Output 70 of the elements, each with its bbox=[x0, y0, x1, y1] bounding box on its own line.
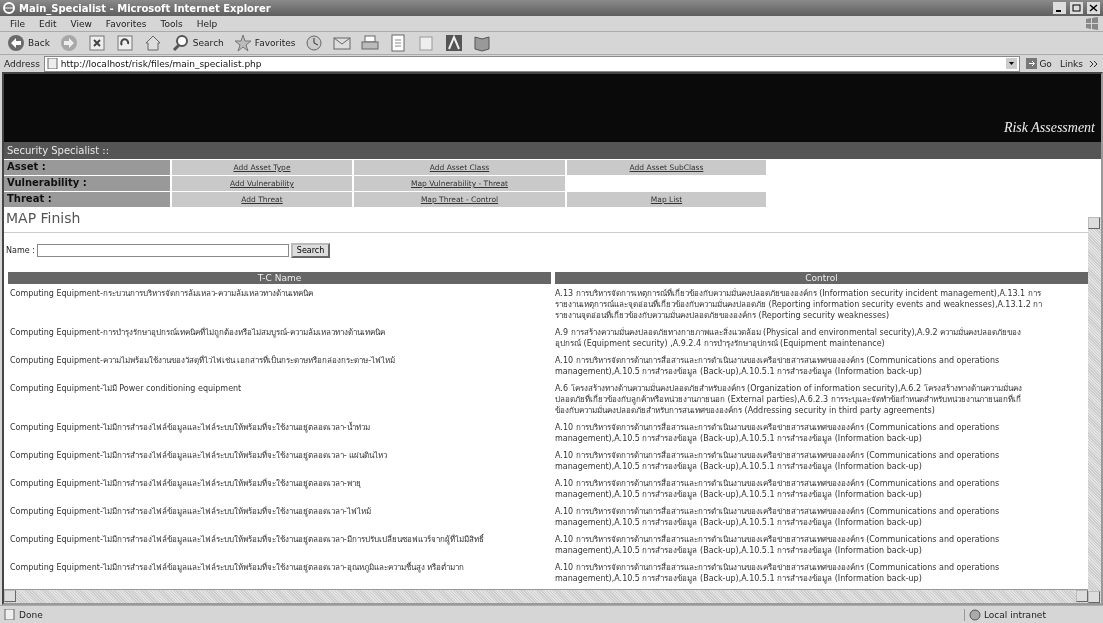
go-arrow-icon bbox=[1026, 58, 1038, 69]
table-cell-text: A.10 การบริหารจัดการด้านการสื่อสารและการดำเนินงานของเครือข่ายสารสนเทศขององค์กร (Communications and operations management),A.10.5 การสำรองข้อมูล (Back-up),A.10.5.1 การสำรองข้อมูล (Information back-up) bbox=[555, 477, 1001, 502]
links-button[interactable]: Links bbox=[1057, 58, 1085, 69]
table-cell-text: Computing Equipment-การบำรุงรักษาอุปกรณ์เทคนิคที่ไม่ถูกต้องหรือไม่สมบูรณ์-ความล้มเหลวทางด้านเทคนิค bbox=[9, 326, 386, 340]
clock-icon bbox=[305, 34, 324, 52]
table-cell-text: A.9 การสร้างความมั่นคงปลอดภัยทางกายภาพและสิ่งแวดล้อม (Physical and environmental security),A.9.2 ความมั่นคงปลอดภัยของ อุปกรณ์ (Equipment security) ,A.9.2.4 การบำรุงรักษาอุปกรณ์ (Equipment maintenance) bbox=[555, 326, 1023, 350]
column-header: T-C Name bbox=[8, 272, 551, 284]
maximize-icon[interactable] bbox=[1070, 2, 1083, 14]
refresh-icon bbox=[115, 34, 134, 52]
category-label: Vulnerability : bbox=[4, 176, 170, 191]
table-cell-text: Computing Equipment-ไม่มีการสำรองไฟล์ข้อมูลและไฟล์ระบบให้พร้อมที่จะใช้งานอยู่ตลอดเวลา- แผ่นดินไหว bbox=[9, 449, 389, 463]
zone-text: Local intranet bbox=[984, 609, 1046, 620]
column-header: Control bbox=[555, 272, 1088, 284]
table-cell-text: A.10 การบริหารจัดการด้านการสื่อสารและการดำเนินงานของเครือข่ายสารสนเทศขององค์กร (Communications and operations management),A.10.5 การสำรองข้อมูล (Back-up),A.10.5.1 การสำรองข้อมูล (Information back-up) bbox=[555, 421, 1001, 446]
search-button[interactable]: Search bbox=[168, 33, 227, 53]
table-cell-text: A.10 การบริหารจัดการด้านการสื่อสารและการดำเนินงานของเครือข่ายสารสนเทศขององค์กร (Communications and operations management),A.10.5 การสำรองข้อมูล (Back-up),A.10.5.1 การสำรองข้อมูล (Information back-up) bbox=[555, 533, 1001, 558]
status-text: Done bbox=[19, 609, 44, 620]
table-cell-text: Computing Equipment-กระบวนการบริหารจัดการล้มเหลว-ความล้มเหลวทางด้านเทคนิค bbox=[9, 288, 314, 300]
menu-item[interactable]: Help bbox=[190, 18, 224, 29]
category-label: Threat : bbox=[4, 192, 170, 207]
banner-title: Risk Assessment bbox=[1003, 120, 1095, 136]
url-text: http://localhost/risk/files/main_specialist.php bbox=[60, 58, 263, 69]
table-cell-text: A.6 โครงสร้างทางด้านความมั่นคงปลอดภัยสำหรับองค์กร (Organization of information security),A.6.2 โครงสร้างทางด้านความมั่นคง ปลอดภัยที่เกี่ยวข้องกับลูกค้าหรือหน่วยงานภายนอก (External parties),A.6.2.3 การระบุและจัดทำข้อกำหนดสำหรับหน่วยงานภายนอกที่เกี่ ข้องกับความมั่นคงปลอดภัยสำหรับการสนเทศขององค์กร (Addressing security in third party agreements) bbox=[555, 382, 1023, 417]
search-icon bbox=[171, 34, 190, 52]
browser-logo-icon bbox=[3, 2, 15, 14]
menu-item[interactable]: Edit bbox=[33, 18, 63, 29]
document-icon bbox=[389, 34, 408, 52]
menu-item[interactable]: Tools bbox=[154, 18, 189, 29]
table-cell-text: Computing Equipment-ไม่มี Power conditioning equipment bbox=[9, 383, 243, 395]
menu-item[interactable]: Favorites bbox=[99, 18, 153, 29]
menu-item[interactable]: View bbox=[64, 18, 98, 29]
close-icon[interactable] bbox=[1087, 2, 1100, 14]
home-icon bbox=[143, 34, 162, 52]
table-cell-text: Computing Equipment-ความไม่พร้อมใช้งานของวัสดุที่ไวไฟเช่น เอกสารที่เป็นกระดาษหรือกล่องกระดาษ-ไฟไหม้ bbox=[9, 354, 397, 367]
chevron-icon[interactable] bbox=[1089, 59, 1099, 68]
table-cell-text: Computing Equipment-ไม่มีการสำรองไฟล์ข้อมูลและไฟล์ระบบให้พร้อมที่จะใช้งานอยู่ตลอดเวลา-ไฟไหม้ bbox=[9, 505, 372, 519]
page-icon bbox=[4, 609, 15, 620]
book-icon bbox=[473, 34, 492, 52]
search-button[interactable]: Search bbox=[290, 243, 331, 258]
name-field[interactable] bbox=[36, 244, 289, 257]
favorites-button[interactable]: Favorites bbox=[230, 33, 299, 53]
envelope-icon bbox=[333, 34, 352, 52]
menu-item[interactable]: File bbox=[4, 18, 32, 29]
table-cell-text: Computing Equipment-ไม่มีการสำรองไฟล์ข้อมูลและไฟล์ระบบให้พร้อมที่จะใช้งานอยู่ตลอดเวลา-น้ำท่วม bbox=[9, 421, 371, 435]
go-button[interactable]: Go bbox=[1024, 58, 1054, 69]
table-cell-text: A.10 การบริหารจัดการด้านการสื่อสารและการดำเนินงานของเครือข่ายสารสนเทศขององค์กร (Communications and operations management),A.10.5 การสำรองข้อมูล (Back-up),A.10.5.1 การสำรองข้อมูล (Information back-up) bbox=[555, 354, 1001, 379]
stop-icon bbox=[87, 34, 106, 52]
back-button[interactable]: Back bbox=[4, 33, 53, 53]
table-cell-text: Computing Equipment-ไม่มีการสำรองไฟล์ข้อมูลและไฟล์ระบบให้พร้อมที่จะใช้งานอยู่ตลอดเวลา-อุณหภูมิและความชื้นสูง หรือต่ำมาก bbox=[9, 561, 466, 575]
table-cell-text: Computing Equipment-ไม่มีการสำรองไฟล์ข้อมูลและไฟล์ระบบให้พร้อมที่จะใช้งานอยู่ตลอดเวลา-พายุ bbox=[9, 477, 362, 491]
star-icon bbox=[233, 34, 252, 52]
globe-icon bbox=[969, 608, 981, 621]
printer-icon bbox=[361, 34, 380, 52]
address-field[interactable]: http://localhost/risk/files/main_specialist.php bbox=[43, 55, 1021, 72]
table-cell-text: A.10 การบริหารจัดการด้านการสื่อสารและการดำเนินงานของเครือข่ายสารสนเทศขององค์กร (Communications and operations management),A.10.5 การสำรองข้อมูล (Back-up),A.10.5.1 การสำรองข้อมูล (Information back-up) bbox=[555, 505, 1001, 530]
vertical-scrollbar[interactable] bbox=[1088, 217, 1101, 603]
section-title: Security Specialist :: bbox=[4, 142, 1101, 159]
name-label: Name : bbox=[6, 246, 35, 255]
horizontal-scrollbar[interactable] bbox=[4, 589, 1088, 603]
window-title: Main_Specialist - Microsoft Internet Explorer bbox=[19, 2, 272, 14]
category-label: Asset : bbox=[4, 160, 170, 175]
table-cell-text: A.10 การบริหารจัดการด้านการสื่อสารและการดำเนินงานของเครือข่ายสารสนเทศขององค์กร (Communications and operations management),A.10.5 การสำรองข้อมูล (Back-up),A.10.5.1 การสำรองข้อมูล (Information back-up) bbox=[555, 449, 1001, 474]
table-cell-text: A.10 การบริหารจัดการด้านการสื่อสารและการดำเนินงานของเครือข่ายสารสนเทศขององค์กร (Communications and operations management),A.10.5 การสำรองข้อมูล (Back-up),A.10.5.1 การสำรองข้อมูล (Information back-up) bbox=[555, 561, 1001, 586]
page-icon bbox=[417, 34, 436, 52]
minimize-icon[interactable] bbox=[1053, 2, 1066, 14]
windows-flag-icon bbox=[1085, 17, 1099, 30]
table-cell-text: Computing Equipment-ไม่มีการสำรองไฟล์ข้อมูลและไฟล์ระบบให้พร้อมที่จะใช้งานอยู่ตลอดเวลา-มีการปรับเปลี่ยนซอฟแวร์จากผู้ที่ไม่มีสิทธิ์ bbox=[9, 532, 485, 547]
address-label: Address bbox=[4, 58, 40, 69]
page-heading: MAP Finish bbox=[6, 210, 82, 226]
page-icon bbox=[46, 58, 58, 69]
